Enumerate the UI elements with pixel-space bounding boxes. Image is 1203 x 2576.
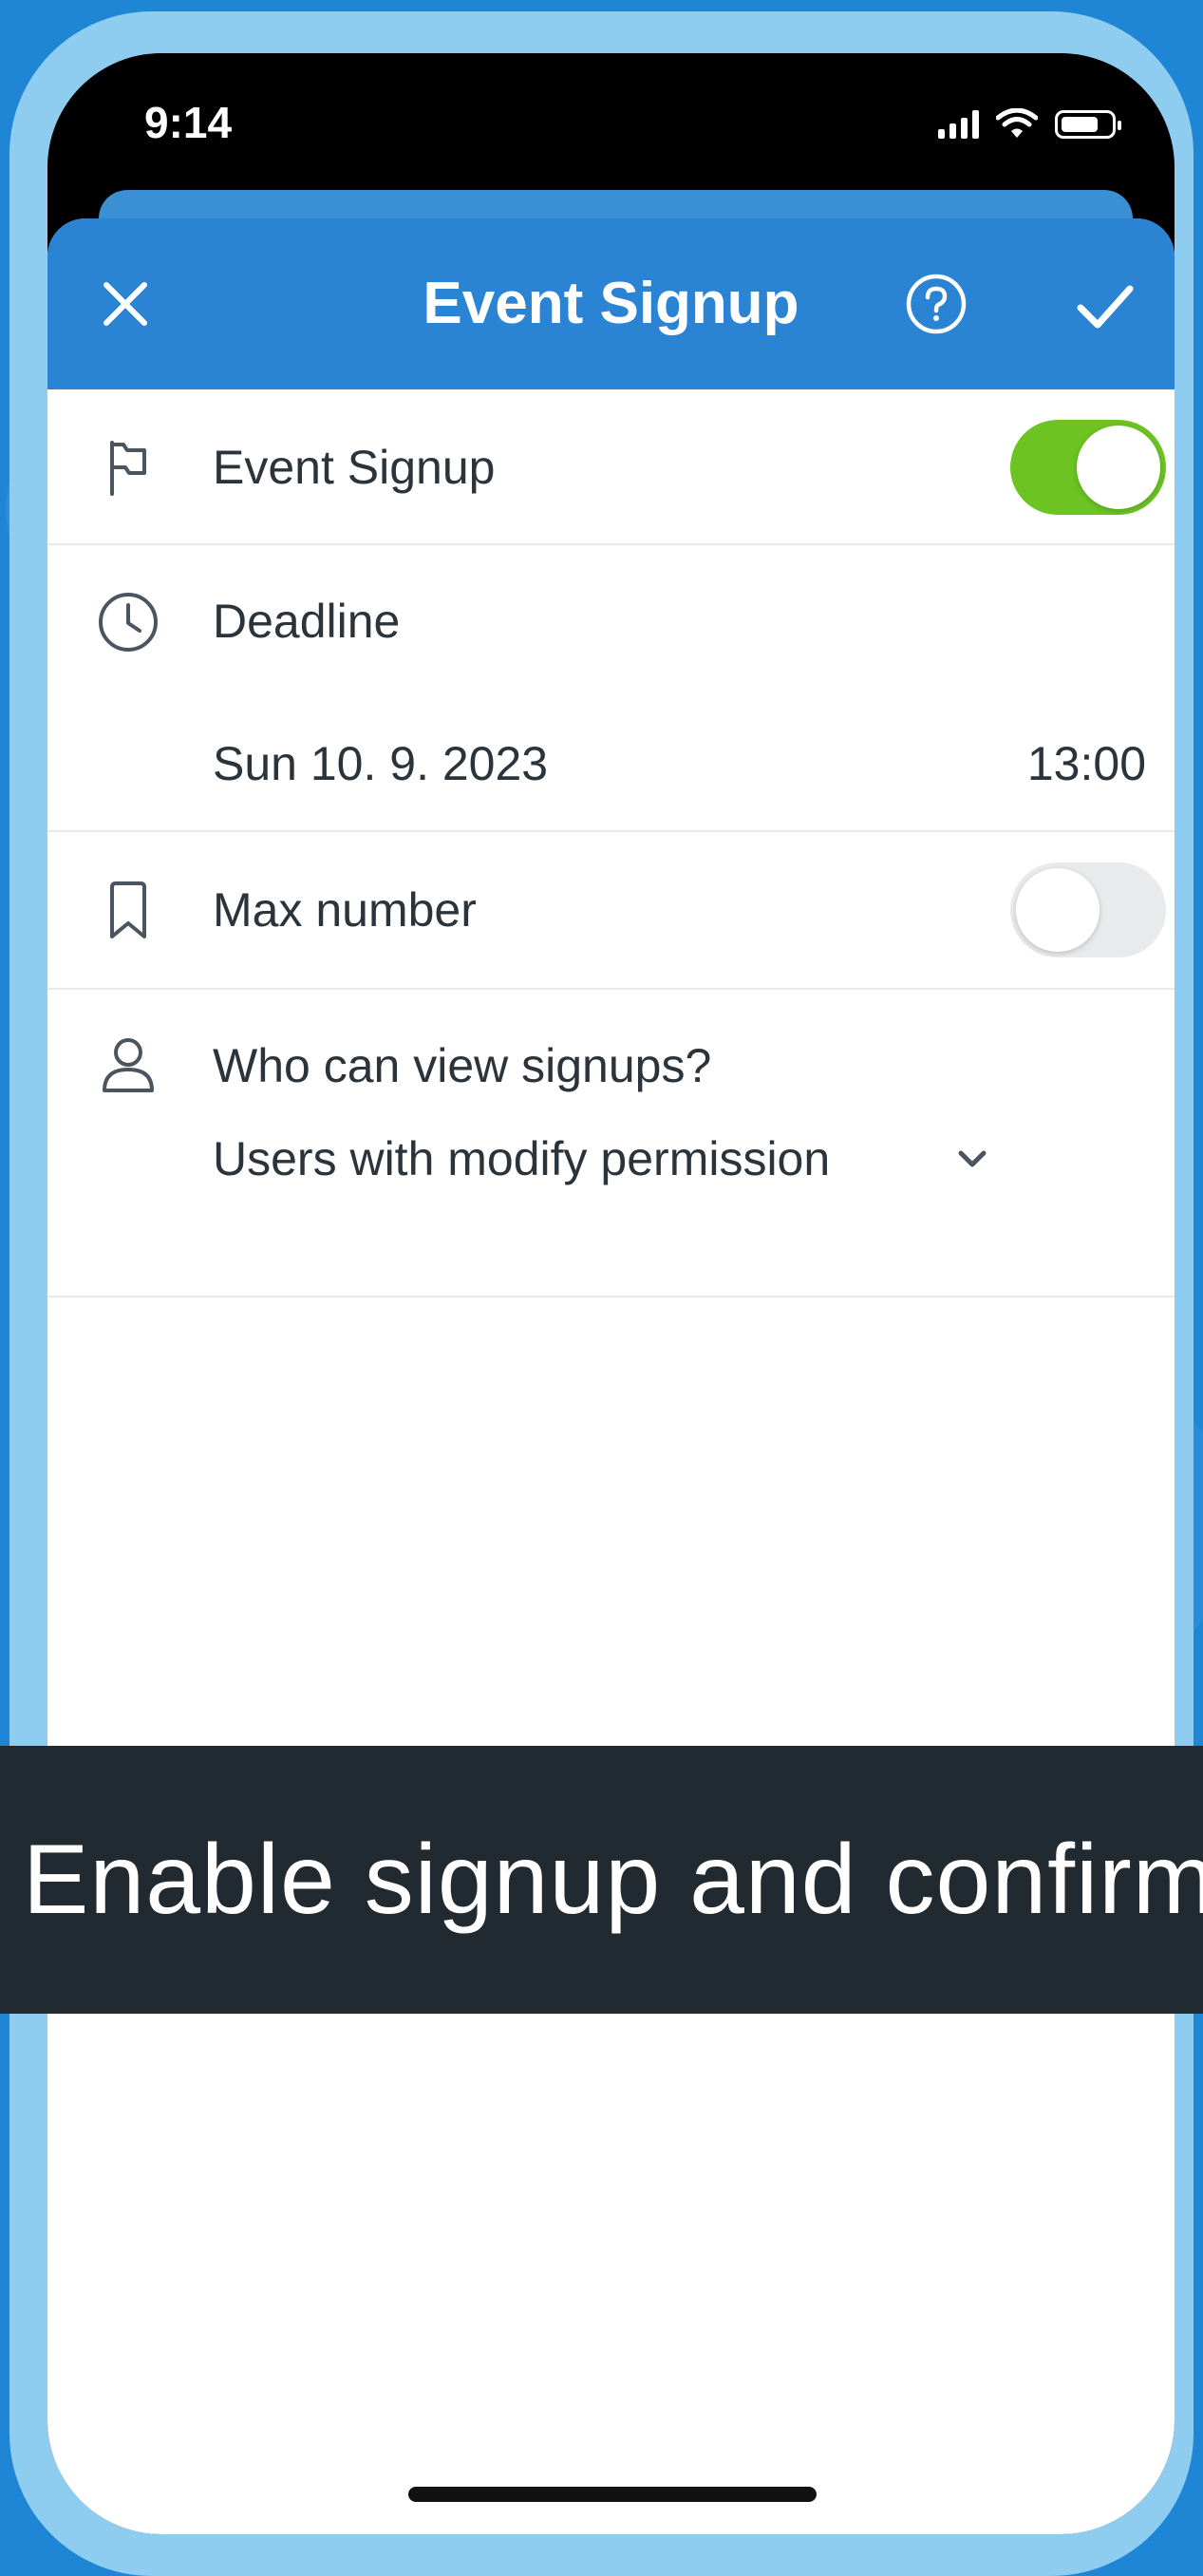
- page-title: Event Signup: [423, 271, 799, 336]
- deadline-time[interactable]: 13:00: [1027, 735, 1146, 792]
- status-time: 9:14: [144, 98, 233, 147]
- flag-icon: [110, 441, 146, 496]
- bookmark-icon: [110, 881, 146, 938]
- max-number-label: Max number: [213, 883, 477, 937]
- chevron-down-icon: [958, 1150, 987, 1167]
- who-can-view-row: Who can view signups? Users with modify …: [47, 990, 1175, 1297]
- event-signup-sheet: Event Signup Event Signup Deadline Sun 1…: [47, 218, 1175, 2534]
- who-can-view-selected: Users with modify permission: [213, 1132, 831, 1185]
- phone-frame: 9:14 Event Signup Event Signup Deadline …: [9, 11, 1194, 2576]
- who-can-view-label: Who can view signups?: [213, 1039, 712, 1092]
- help-circle-icon[interactable]: [904, 272, 968, 336]
- caption-text: Enable signup and confirm: [23, 1825, 1203, 1935]
- person-icon: [103, 1038, 154, 1092]
- deadline-label: Deadline: [213, 595, 401, 648]
- check-icon[interactable]: [1071, 272, 1139, 340]
- caption-banner: Enable signup and confirm: [0, 1746, 1203, 2014]
- battery-icon: [1055, 110, 1121, 139]
- max-number-row: Max number: [47, 832, 1175, 990]
- event-signup-toggle[interactable]: [1010, 420, 1166, 515]
- home-indicator[interactable]: [408, 2487, 817, 2502]
- who-can-view-dropdown[interactable]: Users with modify permission: [213, 1130, 987, 1187]
- deadline-row: Deadline Sun 10. 9. 2023 13:00: [47, 545, 1175, 832]
- event-signup-label: Event Signup: [213, 441, 496, 494]
- status-bar: 9:14: [47, 53, 1175, 186]
- toggle-knob: [1016, 868, 1100, 952]
- status-icons: [938, 108, 1121, 139]
- signal-icon: [938, 110, 979, 139]
- toggle-knob: [1077, 426, 1160, 509]
- header-bar: Event Signup: [47, 218, 1175, 389]
- event-signup-row: Event Signup: [47, 389, 1175, 545]
- wifi-icon: [996, 108, 1038, 138]
- deadline-date[interactable]: Sun 10. 9. 2023: [213, 735, 548, 792]
- clock-icon: [99, 593, 158, 652]
- max-number-toggle[interactable]: [1010, 862, 1166, 957]
- phone-screen: 9:14 Event Signup Event Signup Deadline …: [47, 53, 1175, 2534]
